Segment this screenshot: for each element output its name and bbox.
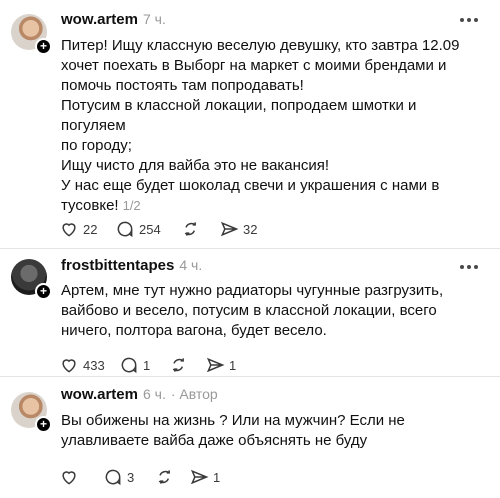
page-indicator: 1/2 xyxy=(122,198,141,213)
divider xyxy=(0,248,500,249)
repost-arrows-icon xyxy=(172,358,184,372)
text-line: Вы обижены на жизнь ? Или на мужчин? Есл… xyxy=(61,412,405,429)
text-line: ничего, полтора вагона, будет весело. xyxy=(61,322,327,339)
avatar-wrapper[interactable]: + xyxy=(11,392,52,433)
more-dots-icon[interactable] xyxy=(460,263,478,271)
text-line: Питер! Ищу классную веселую девушку, кто… xyxy=(61,37,460,54)
text-line: Ищу чисто для вайба это не вакансия! xyxy=(61,157,330,174)
action-bar: 22 254 32 xyxy=(59,218,269,240)
heart-icon xyxy=(62,223,76,237)
timestamp[interactable]: 7 ч. xyxy=(143,11,166,27)
comment-count: 3 xyxy=(127,469,135,485)
text-line: хочет поехать в Выборг на маркет с моими… xyxy=(61,57,447,74)
follow-plus-icon[interactable]: + xyxy=(35,416,52,433)
timestamp[interactable]: 6 ч. xyxy=(143,386,166,402)
send-icon xyxy=(220,221,239,237)
post-text: Питер! Ищу классную веселую девушку, кто… xyxy=(61,36,481,216)
author-badge: · Автор xyxy=(170,386,218,402)
avatar-wrapper[interactable]: + xyxy=(11,14,52,55)
text-line: тусовке! xyxy=(61,197,119,214)
text-line: Артем, мне тут нужно радиаторы чугунные … xyxy=(61,282,444,299)
heart-icon xyxy=(62,471,76,485)
share-button[interactable]: 32 xyxy=(219,219,269,239)
action-bar: 3 1 xyxy=(59,466,229,488)
post-header: wow.artem 7 ч. xyxy=(61,11,166,31)
post-header: frostbittentapes 4 ч. xyxy=(61,257,202,277)
post-header: wow.artem 6 ч. · Автор xyxy=(61,386,218,406)
follow-plus-icon[interactable]: + xyxy=(35,38,52,55)
repost-arrows-icon xyxy=(158,470,170,484)
text-line: по городу; xyxy=(61,137,132,154)
text-line-last: тусовке! 1/2 xyxy=(61,196,481,216)
share-count: 1 xyxy=(213,469,221,485)
more-dots-icon[interactable] xyxy=(460,16,478,24)
like-button[interactable] xyxy=(59,467,103,487)
comment-button[interactable]: 3 xyxy=(103,467,155,487)
share-button[interactable]: 1 xyxy=(205,355,245,375)
username[interactable]: wow.artem xyxy=(61,11,138,28)
username[interactable]: wow.artem xyxy=(61,386,138,403)
post-text: Вы обижены на жизнь ? Или на мужчин? Есл… xyxy=(61,411,481,451)
send-icon xyxy=(190,469,209,485)
comment-button[interactable]: 254 xyxy=(115,219,181,239)
like-button[interactable]: 22 xyxy=(59,219,115,239)
like-count: 433 xyxy=(83,357,105,373)
username[interactable]: frostbittentapes xyxy=(61,257,174,274)
divider xyxy=(0,376,500,377)
comment-bubble-icon xyxy=(121,357,137,374)
comment-bubble-icon xyxy=(105,469,121,486)
text-line: Потусим в классной локации, попродаем шм… xyxy=(61,97,417,134)
like-button[interactable]: 433 xyxy=(59,355,119,375)
text-line: У нас еще будет шоколад свечи и украшени… xyxy=(61,177,440,194)
text-line: улавливаете вайба даже объяснять не буду xyxy=(61,432,368,449)
comment-count: 254 xyxy=(139,221,161,237)
action-bar: 433 1 1 xyxy=(59,354,245,376)
heart-icon xyxy=(62,359,76,373)
follow-plus-icon[interactable]: + xyxy=(35,283,52,300)
repost-button[interactable] xyxy=(169,355,205,375)
comment-bubble-icon xyxy=(117,221,133,238)
comment-button[interactable]: 1 xyxy=(119,355,169,375)
like-count: 22 xyxy=(83,221,98,237)
repost-arrows-icon xyxy=(184,222,196,236)
text-line: вайбово и весело, потусим в классной лок… xyxy=(61,302,437,319)
text-line: помочь постоять там попродавать! xyxy=(61,77,304,94)
avatar-wrapper[interactable]: + xyxy=(11,259,52,300)
share-count: 32 xyxy=(243,221,258,237)
comment-count: 1 xyxy=(143,357,151,373)
post-text: Артем, мне тут нужно радиаторы чугунные … xyxy=(61,281,481,341)
send-icon xyxy=(206,357,225,373)
repost-button[interactable] xyxy=(181,219,219,239)
share-button[interactable]: 1 xyxy=(189,467,229,487)
repost-button[interactable] xyxy=(155,467,189,487)
timestamp[interactable]: 4 ч. xyxy=(179,257,202,273)
share-count: 1 xyxy=(229,357,237,373)
